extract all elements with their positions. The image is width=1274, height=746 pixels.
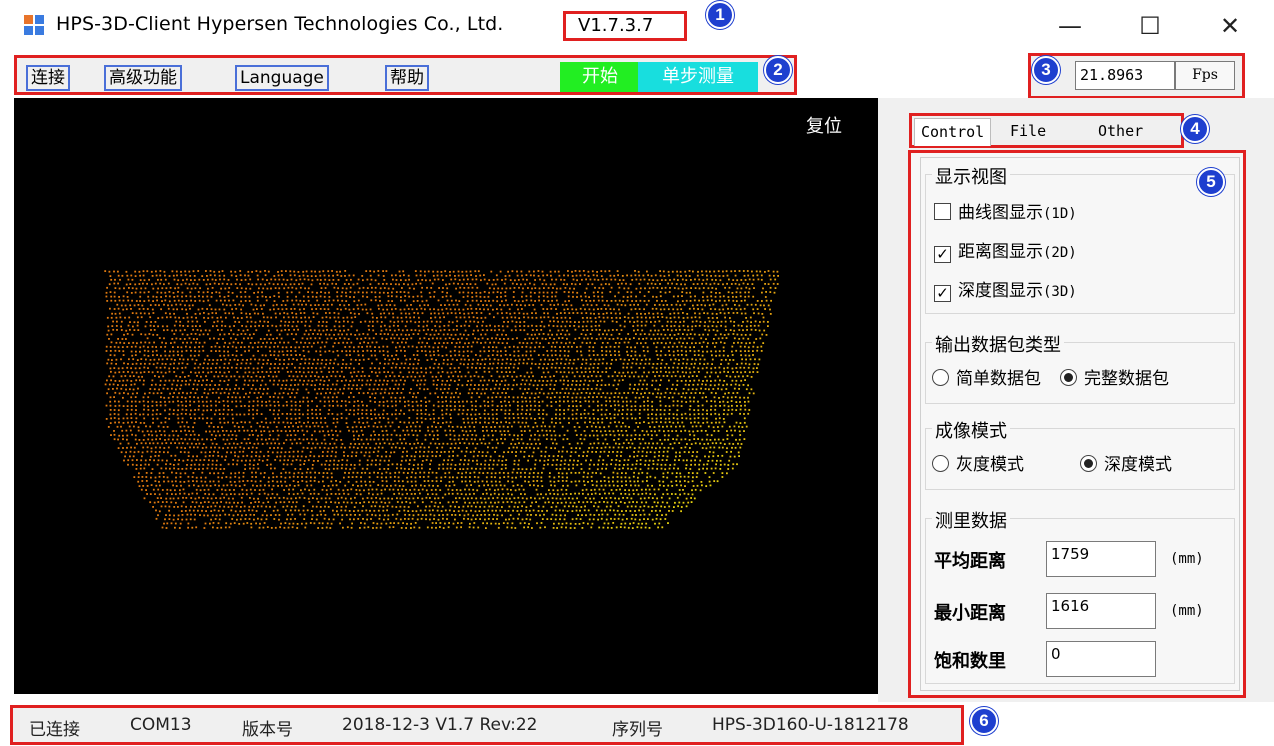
saturation-count-field[interactable]: 0 (1046, 641, 1156, 677)
point-cloud-viewport[interactable]: 复位 (14, 98, 878, 694)
reset-button[interactable]: 复位 (806, 112, 842, 138)
fps-display: 21.8963 Fps (1028, 53, 1245, 99)
radio-depth-mode-dot[interactable] (1080, 455, 1097, 472)
checkbox-2d[interactable]: ✓ 距离图显示(2D) (934, 240, 1077, 264)
annotation-badge-5: 5 (1197, 168, 1225, 196)
serial-number-value: HPS-3D160-U-1812178 (712, 715, 909, 735)
avg-distance-unit: (mm) (1170, 551, 1204, 567)
radio-depth-mode-label: 深度模式 (1104, 455, 1172, 475)
menu-language[interactable]: Language (235, 65, 329, 91)
radio-simple-packet-label: 简单数据包 (956, 369, 1041, 389)
radio-gray-mode-label: 灰度模式 (956, 455, 1024, 475)
min-distance-label: 最小距离 (934, 603, 1006, 624)
radio-simple-packet-dot[interactable] (932, 369, 949, 386)
radio-full-packet-label: 完整数据包 (1084, 369, 1169, 389)
tab-control[interactable]: Control (914, 118, 992, 146)
connection-status: 已连接 (29, 720, 80, 740)
packet-type-group: 输出数据包类型 简单数据包 完整数据包 (925, 331, 1235, 404)
point-cloud (104, 270, 779, 529)
annotation-badge-6: 6 (970, 707, 998, 735)
min-distance-field[interactable]: 1616 (1046, 593, 1156, 629)
measurement-group: 测里数据 平均距离 1759 (mm) 最小距离 1616 (mm) 饱和数里 … (925, 507, 1235, 684)
com-port: COM13 (130, 715, 192, 735)
checkbox-2d-box[interactable]: ✓ (934, 246, 951, 263)
tab-strip: Control File Other (909, 113, 1184, 148)
imaging-mode-title: 成像模式 (932, 417, 1010, 443)
radio-full-packet[interactable]: 完整数据包 (1060, 367, 1169, 391)
tab-other[interactable]: Other (1092, 118, 1149, 146)
radio-simple-packet[interactable]: 简单数据包 (932, 367, 1041, 391)
version-number-value: 2018-12-3 V1.7 Rev:22 (342, 715, 538, 735)
menu-connect[interactable]: 连接 (26, 65, 70, 91)
annotation-badge-2: 2 (764, 56, 792, 84)
app-icon (24, 15, 44, 35)
packet-type-title: 输出数据包类型 (932, 331, 1064, 357)
min-distance-unit: (mm) (1170, 603, 1204, 619)
annotation-badge-1: 1 (706, 1, 734, 29)
checkbox-1d-label: 曲线图显示 (958, 203, 1043, 223)
tab-file[interactable]: File (1004, 118, 1052, 146)
radio-depth-mode[interactable]: 深度模式 (1080, 453, 1172, 477)
radio-full-packet-dot[interactable] (1060, 369, 1077, 386)
radio-gray-mode-dot[interactable] (932, 455, 949, 472)
checkbox-1d-suffix: (1D) (1043, 206, 1077, 222)
annotation-badge-3: 3 (1032, 56, 1060, 84)
status-bar: 已连接 COM13 版本号 2018-12-3 V1.7 Rev:22 序列号 … (10, 705, 964, 745)
serial-number-label: 序列号 (612, 720, 663, 740)
start-button[interactable]: 开始 (560, 62, 640, 92)
close-button[interactable]: ✕ (1210, 8, 1250, 44)
checkbox-3d-box[interactable]: ✓ (934, 285, 951, 302)
annotation-badge-4: 4 (1181, 115, 1209, 143)
menu-help[interactable]: 帮助 (385, 65, 429, 91)
checkbox-3d-label: 深度图显示 (958, 281, 1043, 301)
maximize-button[interactable]: ☐ (1130, 8, 1170, 44)
checkbox-2d-label: 距离图显示 (958, 242, 1043, 262)
minimize-button[interactable]: — (1050, 8, 1090, 44)
version-label: V1.7.3.7 (563, 11, 687, 41)
checkbox-1d[interactable]: 曲线图显示(1D) (934, 201, 1077, 225)
checkbox-3d[interactable]: ✓ 深度图显示(3D) (934, 279, 1077, 303)
menu-advanced[interactable]: 高级功能 (104, 65, 182, 91)
imaging-mode-group: 成像模式 灰度模式 深度模式 (925, 417, 1235, 490)
single-step-button[interactable]: 单步测量 (638, 62, 758, 92)
display-view-group: 显示视图 曲线图显示(1D) ✓ 距离图显示(2D) ✓ 深度图显示(3D) (925, 163, 1235, 314)
fps-label: Fps (1175, 61, 1235, 90)
radio-gray-mode[interactable]: 灰度模式 (932, 453, 1024, 477)
version-number-label: 版本号 (242, 720, 293, 740)
measurement-title: 测里数据 (932, 507, 1010, 533)
fps-value: 21.8963 (1075, 61, 1175, 90)
checkbox-2d-suffix: (2D) (1043, 245, 1077, 261)
control-panel: 显示视图 曲线图显示(1D) ✓ 距离图显示(2D) ✓ 深度图显示(3D) 输出数… (908, 150, 1246, 698)
point-cloud-points (104, 270, 779, 529)
window-title: HPS-3D-Client Hypersen Technologies Co.,… (56, 13, 504, 35)
checkbox-1d-box[interactable] (934, 203, 951, 220)
saturation-count-label: 饱和数里 (934, 651, 1006, 672)
title-bar: HPS-3D-Client Hypersen Technologies Co.,… (0, 0, 1274, 52)
checkbox-3d-suffix: (3D) (1043, 284, 1077, 300)
display-view-title: 显示视图 (932, 163, 1010, 189)
avg-distance-field[interactable]: 1759 (1046, 541, 1156, 577)
avg-distance-label: 平均距离 (934, 551, 1006, 572)
control-panel-inner: 显示视图 曲线图显示(1D) ✓ 距离图显示(2D) ✓ 深度图显示(3D) 输出数… (920, 157, 1240, 691)
